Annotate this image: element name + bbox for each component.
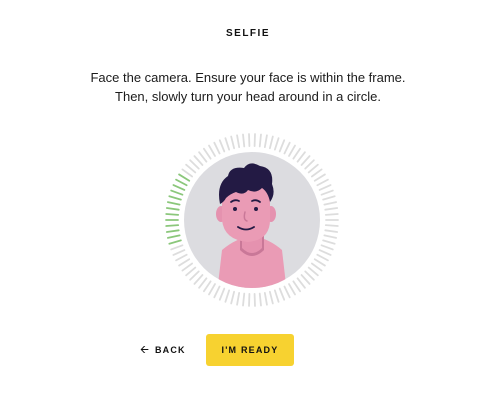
action-bar: 🡨 BACK I'M READY: [0, 334, 496, 366]
selfie-page: SELFIE Face the camera. Ensure your face…: [0, 0, 496, 400]
progress-tick: [263, 134, 268, 149]
progress-tick: [288, 144, 296, 157]
progress-tick: [320, 244, 334, 251]
progress-tick: [269, 135, 274, 150]
progress-tick: [213, 141, 221, 155]
progress-tick: [185, 266, 197, 277]
progress-tick: [324, 207, 339, 211]
progress-tick: [304, 159, 315, 170]
progress-tick: [230, 290, 235, 305]
back-label: BACK: [154, 345, 186, 355]
progress-tick: [198, 151, 208, 163]
progress-tick: [292, 280, 301, 293]
progress-tick-active: [168, 239, 182, 245]
progress-tick: [304, 270, 315, 281]
progress-tick: [181, 168, 194, 178]
progress-tick: [203, 147, 212, 160]
progress-tick: [218, 287, 226, 301]
progress-tick: [242, 292, 246, 307]
progress-tick: [324, 213, 339, 216]
progress-tick: [172, 249, 186, 256]
face-scan-widget: [165, 133, 339, 307]
progress-tick: [300, 155, 311, 166]
instructions: Face the camera. Ensure your face is wit…: [0, 68, 496, 106]
instruction-line-2: Then, slowly turn your head around in a …: [115, 89, 381, 104]
progress-tick: [318, 184, 332, 191]
progress-tick: [310, 262, 323, 272]
im-ready-button[interactable]: I'M READY: [206, 334, 294, 366]
progress-tick-active: [165, 224, 180, 227]
camera-frame: [164, 132, 340, 308]
arrow-left-icon: 🡨: [140, 343, 149, 356]
progress-tick: [320, 189, 334, 196]
progress-tick: [224, 137, 231, 151]
progress-tick: [323, 234, 338, 239]
progress-tick: [218, 139, 226, 153]
progress-tick-active: [165, 213, 180, 216]
progress-tick: [283, 285, 291, 299]
progress-tick: [203, 280, 212, 293]
progress-tick: [198, 277, 208, 289]
progress-tick-active: [165, 229, 180, 233]
progress-tick-active: [166, 201, 181, 206]
progress-tick: [313, 258, 326, 267]
progress-tick: [273, 289, 280, 303]
progress-tick: [292, 147, 301, 160]
progress-tick: [296, 151, 306, 163]
progress-tick: [324, 224, 339, 227]
progress-tick: [175, 253, 188, 262]
progress-tick: [307, 266, 319, 277]
progress-tick: [313, 173, 326, 182]
progress-tick: [208, 283, 216, 296]
progress-tick: [323, 201, 338, 206]
progress-tick: [296, 277, 306, 289]
progress-tick: [278, 287, 286, 301]
progress-tick: [322, 195, 336, 201]
progress-tick: [258, 292, 262, 307]
progress-tick: [185, 163, 197, 174]
progress-tick: [189, 159, 200, 170]
progress-tick: [189, 270, 200, 281]
progress-tick: [316, 253, 329, 262]
progress-tick: [230, 135, 235, 150]
progress-tick: [193, 274, 204, 285]
progress-tick-active: [175, 178, 188, 187]
progress-tick: [316, 178, 329, 187]
progress-tick: [224, 289, 231, 303]
progress-tick-active: [166, 234, 181, 239]
progress-tick: [288, 283, 296, 296]
progress-tick: [213, 285, 221, 299]
progress-tick: [278, 139, 286, 153]
progress-tick: [208, 144, 216, 157]
back-button[interactable]: 🡨 BACK: [140, 340, 186, 360]
progress-tick: [300, 274, 311, 285]
progress-tick: [269, 290, 274, 305]
progress-tick: [283, 141, 291, 155]
progress-tick: [178, 258, 191, 267]
progress-tick: [273, 137, 280, 151]
progress-tick: [322, 239, 336, 245]
progress-tick: [170, 244, 184, 251]
page-title: SELFIE: [225, 28, 270, 39]
progress-tick: [318, 249, 332, 256]
progress-tick: [193, 155, 204, 166]
progress-tick-active: [172, 184, 186, 191]
progress-tick-active: [168, 195, 182, 201]
progress-tick: [236, 134, 241, 149]
progress-tick-active: [170, 189, 184, 196]
progress-tick: [324, 229, 339, 233]
progress-tick: [258, 133, 262, 148]
progress-tick: [181, 262, 194, 272]
progress-tick-active: [178, 173, 191, 182]
progress-tick: [307, 163, 319, 174]
progress-tick: [236, 291, 241, 306]
progress-tick: [263, 291, 268, 306]
progress-tick: [310, 168, 323, 178]
instruction-line-1: Face the camera. Ensure your face is wit…: [90, 70, 406, 85]
progress-tick-active: [165, 207, 180, 211]
progress-tick: [242, 133, 246, 148]
